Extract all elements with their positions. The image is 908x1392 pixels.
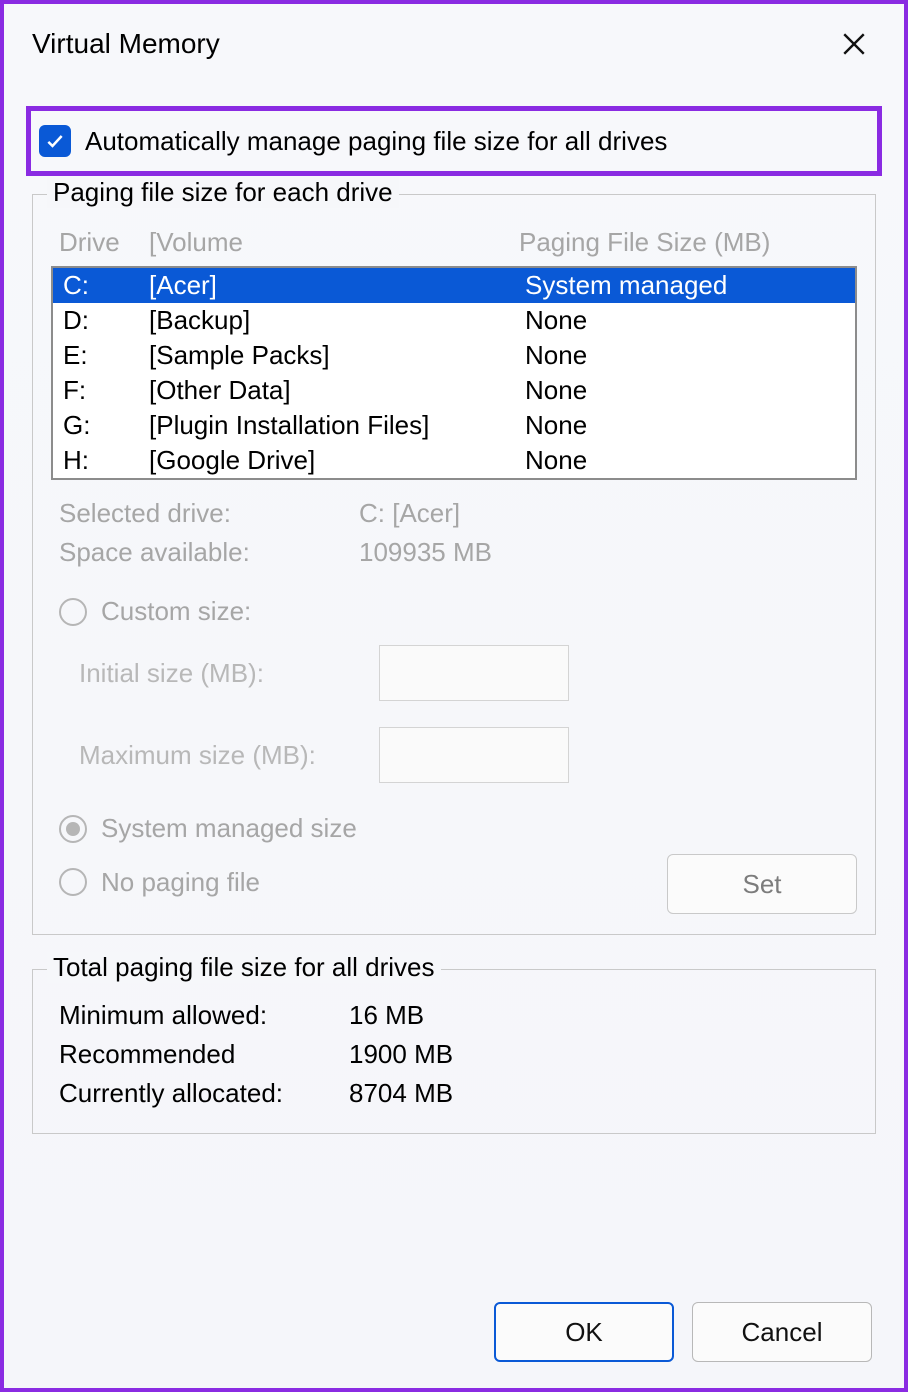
recommended-value: 1900 MB [349,1039,453,1070]
drive-row[interactable]: F: [Other Data] None [53,373,855,408]
radio-nopaging-label: No paging file [101,867,260,898]
per-drive-group: Paging file size for each drive Drive [V… [32,194,876,935]
dialog-footer: OK Cancel [494,1302,872,1362]
drive-size: System managed [525,270,845,301]
auto-manage-label: Automatically manage paging file size fo… [85,126,667,157]
header-volume: [Volume [149,227,519,258]
space-available-value: 109935 MB [359,537,492,568]
radio-no-paging[interactable] [59,868,87,896]
header-drive: Drive [59,227,149,258]
ok-button-label: OK [565,1317,603,1348]
header-size: Paging File Size (MB) [519,227,849,258]
drive-row[interactable]: C: [Acer] System managed [53,268,855,303]
virtual-memory-dialog: Virtual Memory Automatically manage pagi… [0,0,908,1392]
drive-size: None [525,410,845,441]
per-drive-legend: Paging file size for each drive [47,177,399,208]
initial-size-label: Initial size (MB): [79,658,379,689]
set-button[interactable]: Set [667,854,857,914]
drive-letter: C: [63,270,149,301]
radio-system-label: System managed size [101,813,357,844]
space-available-label: Space available: [59,537,359,568]
drive-size: None [525,305,845,336]
maximum-size-input[interactable] [379,727,569,783]
drive-list[interactable]: C: [Acer] System managed D: [Backup] Non… [51,266,857,480]
cancel-button-label: Cancel [742,1317,823,1348]
drive-volume: [Acer] [149,270,525,301]
drive-row[interactable]: E: [Sample Packs] None [53,338,855,373]
recommended-label: Recommended [59,1039,349,1070]
drive-letter: E: [63,340,149,371]
drive-size: None [525,375,845,406]
drive-size: None [525,340,845,371]
auto-manage-highlight: Automatically manage paging file size fo… [26,106,882,176]
maximum-size-label: Maximum size (MB): [79,740,379,771]
currently-allocated-label: Currently allocated: [59,1078,349,1109]
drive-row[interactable]: D: [Backup] None [53,303,855,338]
drive-letter: G: [63,410,149,441]
selected-drive-label: Selected drive: [59,498,359,529]
radio-custom-size[interactable] [59,598,87,626]
drive-volume: [Plugin Installation Files] [149,410,525,441]
drive-volume: [Sample Packs] [149,340,525,371]
drive-row[interactable]: H: [Google Drive] None [53,443,855,478]
totals-legend: Total paging file size for all drives [47,952,441,983]
initial-size-input[interactable] [379,645,569,701]
window-title: Virtual Memory [32,28,220,60]
selected-drive-value: C: [Acer] [359,498,460,529]
ok-button[interactable]: OK [494,1302,674,1362]
radio-custom-label: Custom size: [101,596,251,627]
drive-volume: [Other Data] [149,375,525,406]
set-button-label: Set [742,869,781,900]
radio-system-managed[interactable] [59,815,87,843]
cancel-button[interactable]: Cancel [692,1302,872,1362]
drive-list-header: Drive [Volume Paging File Size (MB) [51,221,857,266]
drive-volume: [Google Drive] [149,445,525,476]
drive-letter: F: [63,375,149,406]
drive-size: None [525,445,845,476]
drive-row[interactable]: G: [Plugin Installation Files] None [53,408,855,443]
titlebar: Virtual Memory [4,4,904,76]
totals-group: Total paging file size for all drives Mi… [32,969,876,1134]
drive-letter: H: [63,445,149,476]
minimum-allowed-label: Minimum allowed: [59,1000,349,1031]
currently-allocated-value: 8704 MB [349,1078,453,1109]
drive-volume: [Backup] [149,305,525,336]
drive-letter: D: [63,305,149,336]
close-icon[interactable] [832,22,876,66]
minimum-allowed-value: 16 MB [349,1000,424,1031]
auto-manage-checkbox[interactable] [39,125,71,157]
